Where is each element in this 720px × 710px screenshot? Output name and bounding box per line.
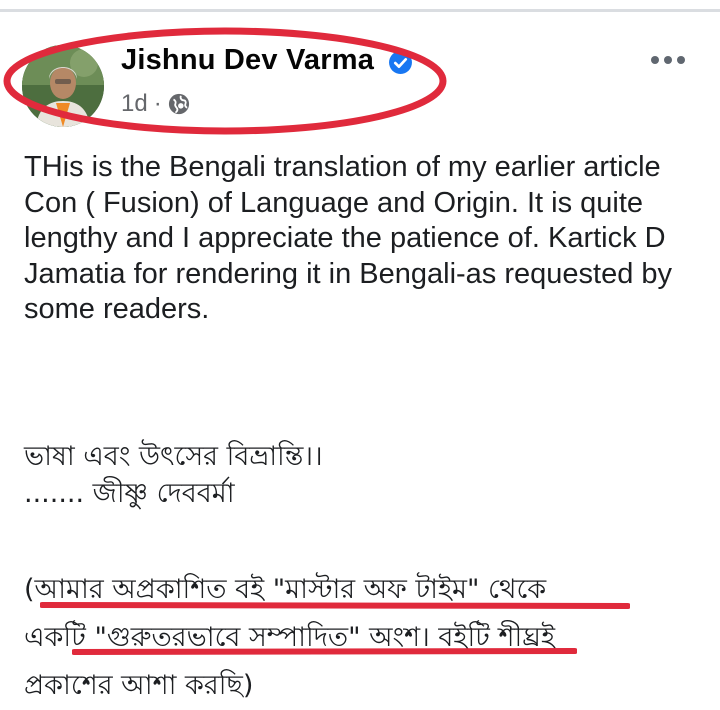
post-text-english: THis is the Bengali translation of my ea… [24, 151, 681, 325]
post-meta: 1d · [121, 90, 190, 118]
post-timestamp[interactable]: 1d [121, 90, 148, 118]
more-options-button[interactable] [648, 50, 688, 70]
feed-divider [0, 0, 720, 12]
bengali-note-line-1: (আমার অপ্রকাশিত বই "মাস্টার অফ টাইম" থেক… [24, 574, 547, 605]
post-text: THis is the Bengali translation of my ea… [24, 150, 704, 328]
bengali-note-block: (আমার অপ্রকাশিত বই "মাস্টার অফ টাইম" থেক… [24, 566, 714, 710]
verified-badge-icon [388, 50, 413, 75]
meta-separator: · [153, 90, 162, 117]
bengali-heading-block: ভাষা এবং উৎসের বিভ্রান্তি।। ....... জীষ্… [24, 438, 714, 512]
author-name[interactable]: Jishnu Dev Varma [121, 44, 374, 77]
bengali-note-line-3: প্রকাশের আশা করছি) [24, 670, 254, 701]
avatar[interactable] [22, 45, 104, 127]
bengali-byline: ....... জীষ্ণু দেববর্মা [24, 478, 235, 509]
more-dots-icon [651, 56, 685, 64]
bengali-title: ভাষা এবং উৎসের বিভ্রান্তি।। [24, 441, 323, 472]
globe-icon [168, 93, 190, 115]
bengali-note-line-2: একটি "গুরুতরভাবে সম্পাদিত" অংশ। বইটি শীঘ… [24, 622, 556, 653]
